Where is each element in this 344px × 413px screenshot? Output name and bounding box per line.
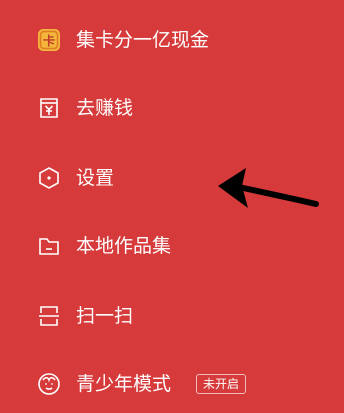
settings-hexagon-icon [36, 165, 62, 191]
menu-item-card-cash[interactable]: 卡 集卡分一亿现金 [0, 16, 300, 64]
menu-item-label: 集卡分一亿现金 [76, 28, 210, 51]
menu-item-label: 青少年模式 [76, 372, 172, 395]
menu-item-earn-money[interactable]: 去赚钱 [0, 84, 300, 132]
menu-item-label: 本地作品集 [76, 234, 172, 257]
teen-face-icon [36, 371, 62, 397]
scan-icon [36, 303, 62, 329]
pointer-arrow-annotation [218, 168, 319, 208]
menu-item-scan[interactable]: 扫一扫 [0, 292, 300, 340]
folder-icon [36, 233, 62, 259]
yuan-voucher-icon [36, 95, 62, 121]
menu-item-local-works[interactable]: 本地作品集 [0, 222, 300, 270]
menu-item-label: 去赚钱 [76, 96, 134, 119]
menu-item-label: 扫一扫 [76, 304, 134, 327]
menu-item-label: 设置 [76, 166, 115, 189]
teen-mode-status-badge: 未开启 [196, 374, 247, 394]
menu-item-teen-mode[interactable]: 青少年模式 未开启 [0, 360, 300, 408]
card-coin-icon: 卡 [36, 27, 62, 53]
svg-text:卡: 卡 [43, 33, 55, 48]
